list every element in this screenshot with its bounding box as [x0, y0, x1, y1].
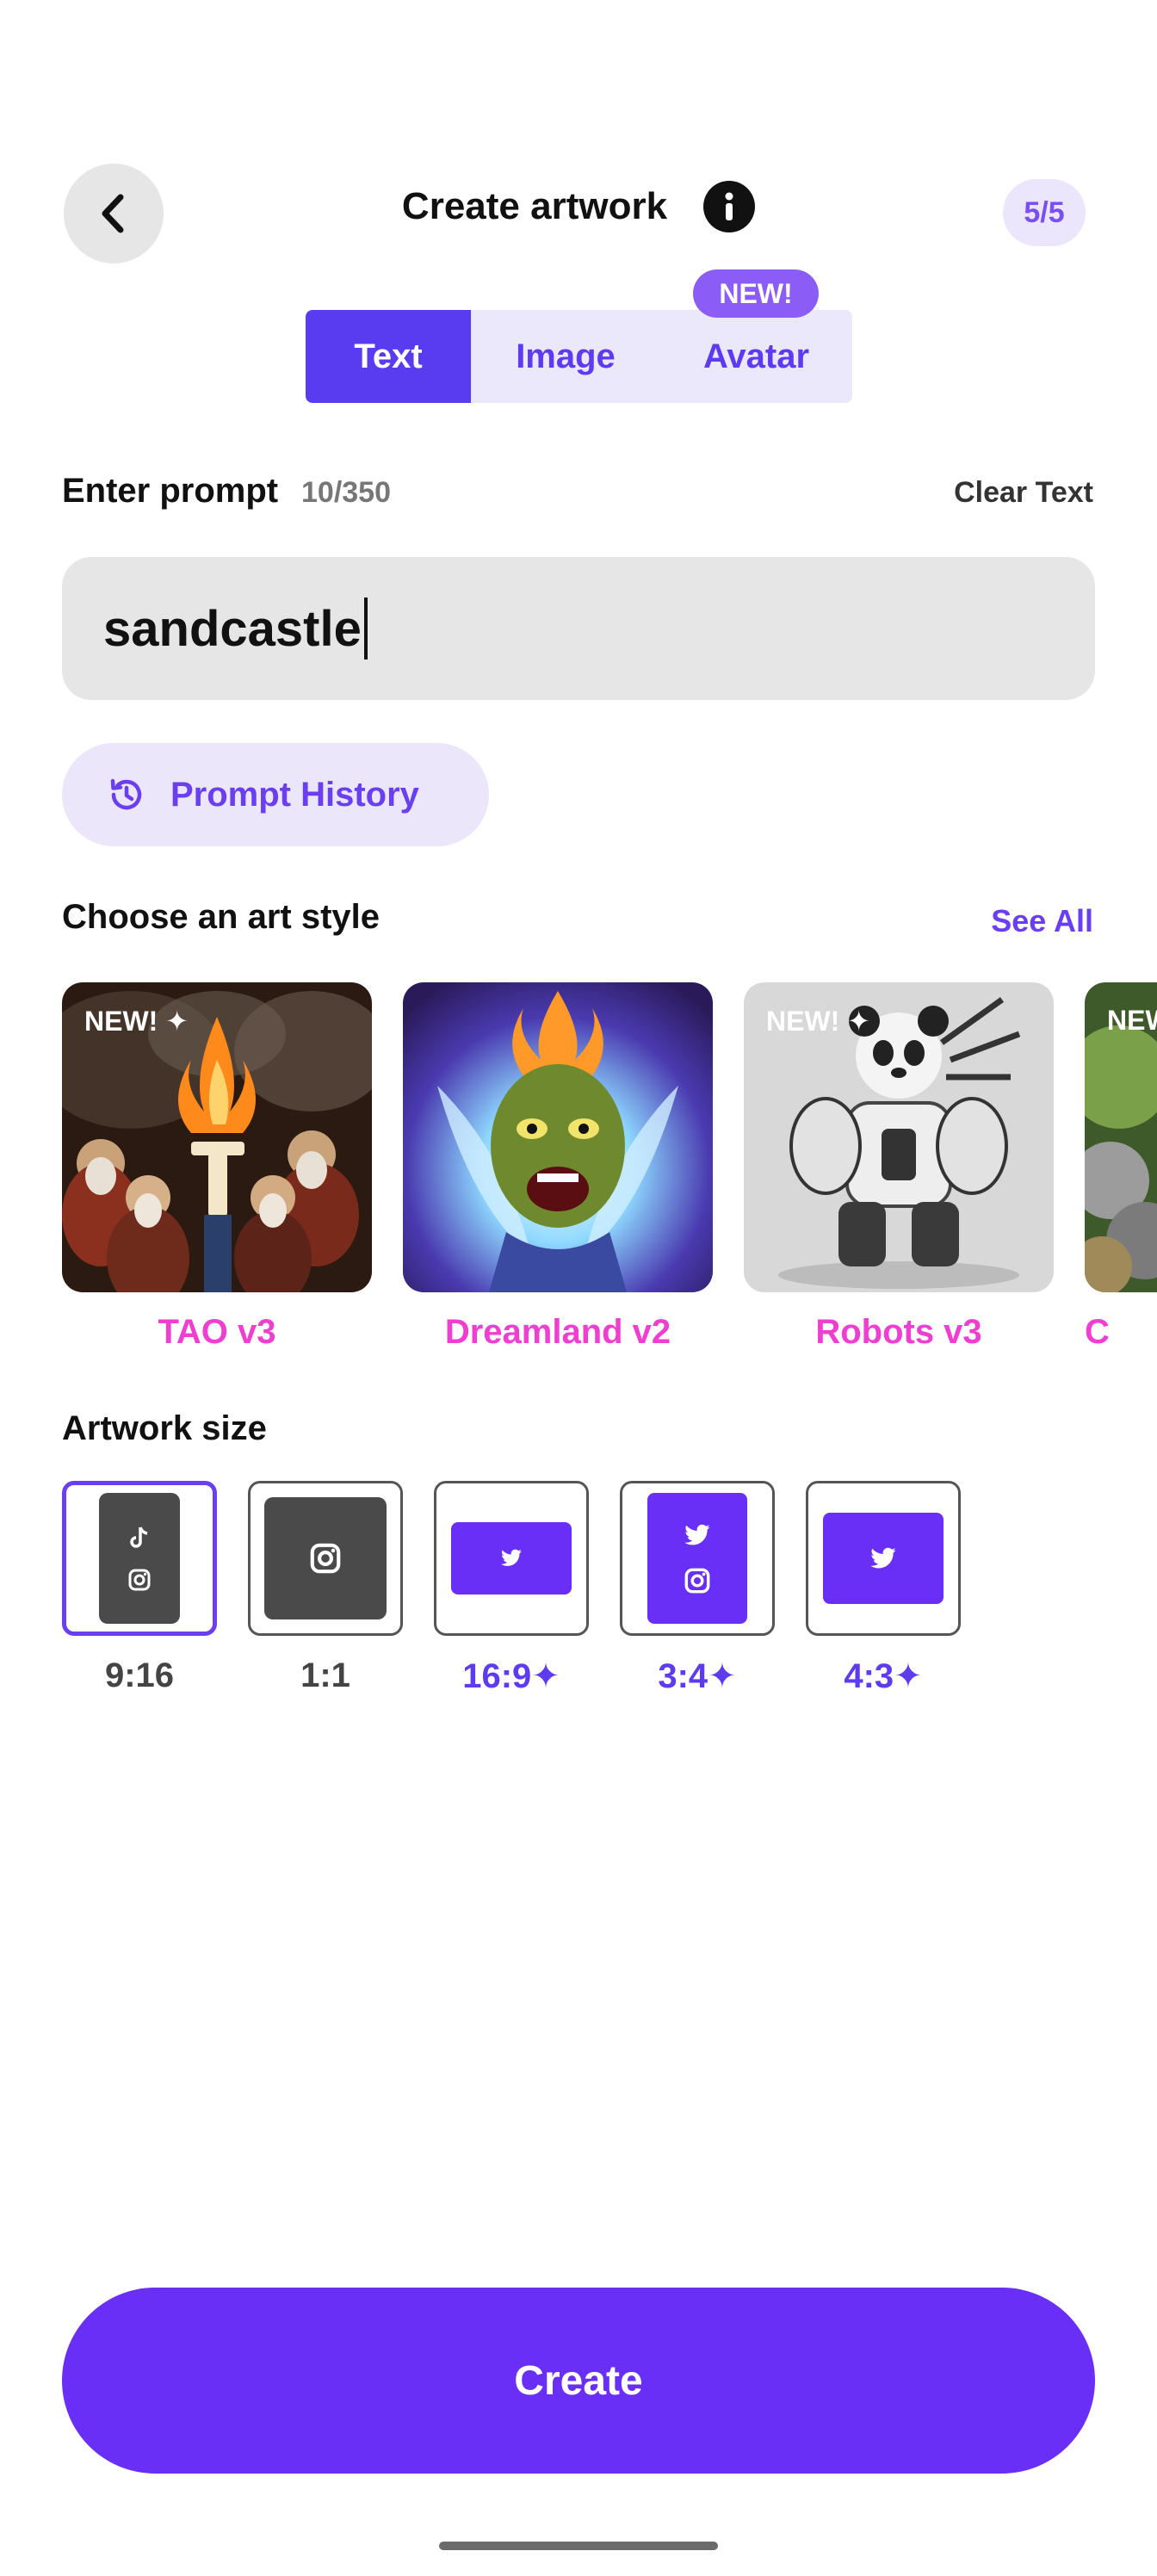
new-badge: NEW! ✦: [766, 1006, 871, 1037]
size-option-box: [248, 1481, 403, 1636]
art-style-thumbnail: NEW! ✦: [62, 982, 372, 1292]
size-option-label: 4:3✦: [844, 1657, 923, 1695]
size-option-16-9[interactable]: 16:9✦: [434, 1481, 589, 1696]
art-style-name: Dreamland v2: [444, 1313, 671, 1351]
new-badge: NEW!: [693, 269, 819, 318]
prompt-label: Enter prompt: [62, 472, 279, 510]
size-option-box: [806, 1481, 961, 1636]
art-style-thumbnail: [403, 982, 713, 1292]
instagram-icon: [684, 1568, 710, 1593]
size-option-label: 16:9✦: [462, 1657, 560, 1695]
size-option-label: 9:16: [104, 1656, 175, 1694]
instagram-icon: [128, 1569, 151, 1591]
twitter-icon: [501, 1549, 522, 1566]
size-option-box: [62, 1481, 217, 1636]
twitter-icon: [870, 1547, 896, 1568]
art-style-dreamland-v2[interactable]: Dreamland v2: [403, 982, 713, 1352]
art-style-thumbnail: NEW: [1085, 982, 1157, 1292]
size-option-4-3[interactable]: 4:3✦: [806, 1481, 961, 1696]
size-option-box: [434, 1481, 589, 1636]
art-style-title: Choose an art style: [62, 898, 381, 936]
home-indicator: [439, 2542, 718, 2550]
history-icon: [110, 778, 142, 810]
new-badge: NEW: [1107, 1005, 1157, 1036]
art-style-tao-v3[interactable]: NEW! ✦ TAO v3: [62, 982, 372, 1352]
clear-text-button[interactable]: Clear Text: [954, 476, 1093, 510]
credits-counter: 5/5: [1003, 179, 1086, 246]
mode-tabs: Text Image Avatar: [306, 310, 852, 403]
size-option-label: 3:4✦: [658, 1657, 737, 1695]
see-all-button[interactable]: See All: [991, 903, 1093, 939]
create-button[interactable]: Create: [62, 2288, 1095, 2474]
header: Create artwork: [0, 181, 1157, 232]
size-option-9-16[interactable]: 9:16: [62, 1481, 217, 1695]
artwork-size-title: Artwork size: [62, 1409, 267, 1447]
size-option-label: 1:1: [300, 1656, 350, 1694]
tiktok-icon: [130, 1526, 148, 1548]
art-style-partial[interactable]: NEW C: [1085, 982, 1157, 1352]
art-style-thumbnail: NEW! ✦: [744, 982, 1054, 1292]
text-caret: [363, 598, 368, 659]
art-style-name: Robots v3: [815, 1313, 982, 1351]
art-style-name: C: [1085, 1313, 1110, 1351]
art-style-name: TAO v3: [158, 1313, 276, 1351]
page-title: Create artwork: [401, 185, 668, 227]
tab-image[interactable]: Image: [471, 310, 660, 403]
size-option-1-1[interactable]: 1:1: [248, 1481, 403, 1695]
tab-avatar[interactable]: Avatar: [660, 310, 852, 403]
size-option-box: [620, 1481, 775, 1636]
info-icon[interactable]: [703, 181, 756, 232]
prompt-history-label: Prompt History: [170, 775, 419, 814]
prompt-input-value: sandcastle: [103, 600, 362, 657]
art-style-robots-v3[interactable]: NEW! ✦ Robots v3: [744, 982, 1054, 1352]
prompt-history-button[interactable]: Prompt History: [62, 743, 489, 846]
art-style-carousel: NEW! ✦ TAO v3 Dreamland v2 NEW! ✦ Robots…: [62, 982, 1157, 1370]
size-option-3-4[interactable]: 3:4✦: [620, 1481, 775, 1696]
instagram-icon: [310, 1543, 341, 1574]
prompt-input[interactable]: sandcastle: [62, 557, 1095, 700]
tab-text[interactable]: Text: [306, 310, 471, 403]
twitter-icon: [684, 1524, 710, 1545]
prompt-char-count: 10/350: [301, 476, 391, 509]
new-badge: NEW! ✦: [84, 1006, 189, 1037]
